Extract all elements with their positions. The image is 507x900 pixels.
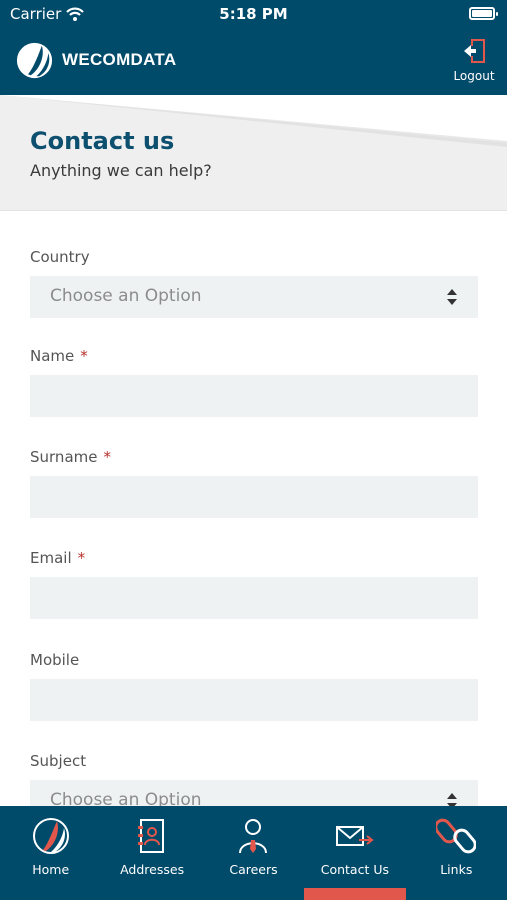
country-label: Country — [30, 248, 90, 266]
tab-home[interactable]: Home — [0, 806, 101, 900]
tab-contact-us-label: Contact Us — [320, 862, 390, 877]
hero-banner: Contact us Anything we can help? — [0, 95, 507, 211]
logout-button[interactable]: Logout — [451, 38, 497, 88]
envelope-arrow-icon — [335, 826, 374, 846]
active-tab-indicator — [304, 888, 406, 900]
tab-home-label: Home — [32, 862, 70, 877]
tab-addresses-label: Addresses — [120, 862, 185, 877]
page-subtitle: Anything we can help? — [30, 161, 212, 180]
tab-contact-us[interactable]: Contact Us — [304, 806, 406, 900]
logout-label: Logout — [453, 69, 495, 83]
tab-addresses[interactable]: Addresses — [101, 806, 202, 900]
select-arrows-icon — [447, 289, 457, 305]
subject-label: Subject — [30, 752, 87, 770]
name-input[interactable] — [30, 375, 478, 417]
person-tie-icon — [239, 819, 268, 854]
tab-careers[interactable]: Careers — [203, 806, 304, 900]
email-input[interactable] — [30, 577, 478, 619]
tab-links-label: Links — [440, 862, 473, 877]
name-label: Name * — [30, 347, 88, 365]
battery-icon — [469, 7, 498, 20]
required-mark: * — [77, 549, 86, 567]
tab-links[interactable]: Links — [406, 806, 507, 900]
bottom-tab-bar: Home Addresses Careers Contact Us Links — [0, 806, 507, 900]
tab-careers-label: Careers — [229, 862, 278, 877]
logout-icon — [464, 39, 485, 63]
required-mark: * — [103, 448, 111, 466]
home-logo-icon — [32, 818, 69, 854]
surname-label: Surname * — [30, 448, 111, 466]
country-select[interactable]: Choose an Option — [30, 276, 478, 318]
app-header: WECOMDATA Logout — [0, 28, 507, 95]
brand-logo-icon — [16, 42, 53, 79]
required-mark: * — [80, 347, 88, 365]
country-select-value: Choose an Option — [50, 286, 202, 306]
mobile-input[interactable] — [30, 679, 478, 721]
surname-input[interactable] — [30, 476, 478, 518]
page-title: Contact us — [30, 127, 175, 155]
mobile-label: Mobile — [30, 651, 80, 669]
link-chain-icon — [436, 818, 477, 854]
status-time: 5:18 PM — [219, 5, 288, 23]
brand-name: WECOMDATA — [62, 50, 177, 69]
address-book-icon — [138, 819, 165, 853]
email-label: Email * — [30, 549, 86, 567]
status-bar: Carrier 5:18 PM — [0, 0, 507, 28]
